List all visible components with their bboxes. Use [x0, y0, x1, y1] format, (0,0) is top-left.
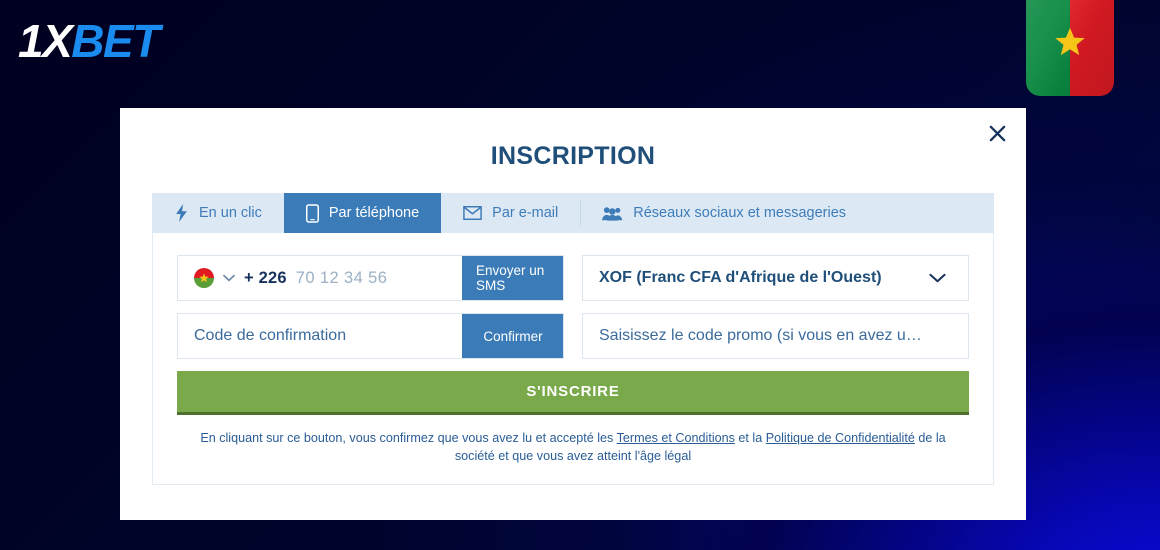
brand-logo[interactable]: 1XBET — [18, 15, 160, 67]
phone-placeholder: 70 12 34 56 — [295, 268, 388, 287]
currency-select[interactable]: XOF (Franc CFA d'Afrique de l'Ouest) — [583, 256, 968, 300]
currency-select-field[interactable]: XOF (Franc CFA d'Afrique de l'Ouest) — [582, 255, 969, 301]
terms-disclaimer: En cliquant sur ce bouton, vous confirme… — [177, 429, 969, 466]
logo-bet: BET — [71, 15, 160, 67]
chevron-down-icon[interactable] — [929, 273, 952, 283]
tab-social-networks[interactable]: Réseaux sociaux et messageries — [580, 193, 868, 233]
star-icon — [199, 273, 209, 283]
phone-input[interactable]: + 226 70 12 34 56 — [178, 256, 462, 300]
envelope-icon — [463, 206, 483, 220]
phone-number-field[interactable]: + 226 70 12 34 56 Envoyer un SMS — [177, 255, 564, 301]
lightning-bolt-icon — [174, 204, 189, 222]
dial-code: + 226 — [244, 268, 287, 287]
registration-modal: INSCRIPTION En un clic Par téléphone Par… — [120, 108, 1026, 520]
country-flag-icon[interactable] — [194, 268, 214, 288]
tab-by-email[interactable]: Par e-mail — [441, 193, 580, 233]
tab-one-click-label: En un clic — [199, 205, 262, 221]
tab-by-email-label: Par e-mail — [492, 205, 559, 221]
confirmation-code-field[interactable]: Code de confirmation Confirmer — [177, 313, 564, 359]
people-group-icon — [602, 206, 623, 221]
promo-code-field[interactable]: Saisissez le code promo (si vous en avez… — [582, 313, 969, 359]
promo-code-placeholder: Saisissez le code promo (si vous en avez… — [599, 327, 922, 344]
terms-text-part2: et la — [734, 431, 766, 445]
form-row-2: Code de confirmation Confirmer Saisissez… — [177, 313, 969, 359]
promo-code-input[interactable]: Saisissez le code promo (si vous en avez… — [583, 314, 968, 358]
send-sms-button[interactable]: Envoyer un SMS — [462, 256, 563, 300]
terms-and-conditions-link[interactable]: Termes et Conditions — [617, 431, 735, 445]
register-submit-button[interactable]: S'INSCRIRE — [177, 371, 969, 415]
confirmation-code-placeholder: Code de confirmation — [194, 327, 347, 344]
tab-one-click[interactable]: En un clic — [152, 193, 284, 233]
burkina-faso-flag-decoration — [1026, 0, 1114, 96]
tab-by-phone[interactable]: Par téléphone — [283, 193, 442, 233]
confirm-button[interactable]: Confirmer — [462, 314, 563, 358]
currency-value: XOF (Franc CFA d'Afrique de l'Ouest) — [599, 269, 882, 286]
form-row-1: + 226 70 12 34 56 Envoyer un SMS XOF (Fr… — [177, 255, 969, 301]
tab-social-networks-label: Réseaux sociaux et messageries — [633, 205, 847, 221]
tab-by-phone-label: Par téléphone — [328, 205, 420, 221]
chevron-down-icon[interactable] — [223, 274, 235, 282]
logo-1x: 1X — [18, 15, 73, 67]
page-title: INSCRIPTION — [490, 142, 656, 170]
privacy-policy-link[interactable]: Politique de Confidentialité — [766, 431, 915, 445]
terms-text-part1: En cliquant sur ce bouton, vous confirme… — [200, 431, 617, 445]
registration-form-panel: + 226 70 12 34 56 Envoyer un SMS XOF (Fr… — [152, 233, 994, 485]
close-icon — [989, 125, 1005, 141]
star-icon — [1055, 28, 1085, 56]
confirmation-code-input[interactable]: Code de confirmation — [178, 314, 462, 358]
mobile-phone-icon — [305, 203, 319, 223]
registration-method-tabs: En un clic Par téléphone Par e-mail Rése… — [152, 193, 994, 233]
close-button[interactable] — [980, 116, 1014, 150]
